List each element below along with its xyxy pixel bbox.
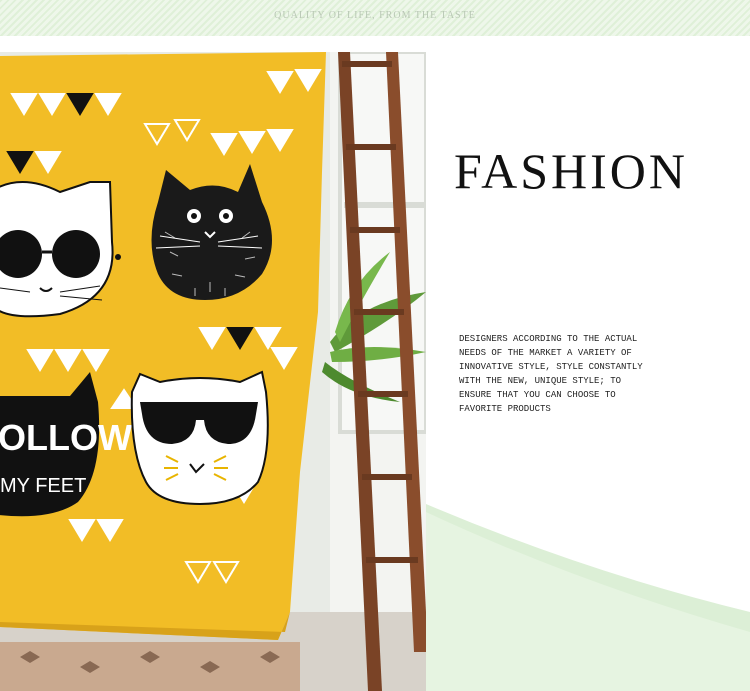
cat-sunglasses: [130, 370, 269, 506]
description-line: INNOVATIVE STYLE, STYLE CONSTANTLY: [459, 362, 643, 372]
product-photo: OLLOW MY FEET: [0, 52, 426, 691]
info-panel: FASHION DESIGNERS ACCORDING TO THE ACTUA…: [426, 52, 750, 691]
feature-description: DESIGNERS ACCORDING TO THE ACTUAL NEEDS …: [459, 332, 674, 416]
tapestry-text-line2: MY FEET: [0, 475, 86, 497]
description-line: NEEDS OF THE MARKET A VARIETY OF: [459, 348, 632, 358]
tapestry-scene: OLLOW MY FEET: [0, 52, 426, 691]
description-line: ENSURE THAT YOU CAN CHOOSE TO: [459, 390, 616, 400]
tagline: QUALITY OF LIFE, FROM THE TASTE: [274, 10, 476, 21]
tapestry-text-line1: OLLOW: [0, 417, 132, 458]
description-line: WITH THE NEW, UNIQUE STYLE; TO: [459, 376, 622, 386]
description-line: DESIGNERS ACCORDING TO THE ACTUAL: [459, 334, 638, 344]
feature-title: FASHION: [454, 143, 688, 199]
top-banner: QUALITY OF LIFE, FROM THE TASTE: [0, 0, 750, 36]
description-line: FAVORITE PRODUCTS: [459, 404, 551, 414]
